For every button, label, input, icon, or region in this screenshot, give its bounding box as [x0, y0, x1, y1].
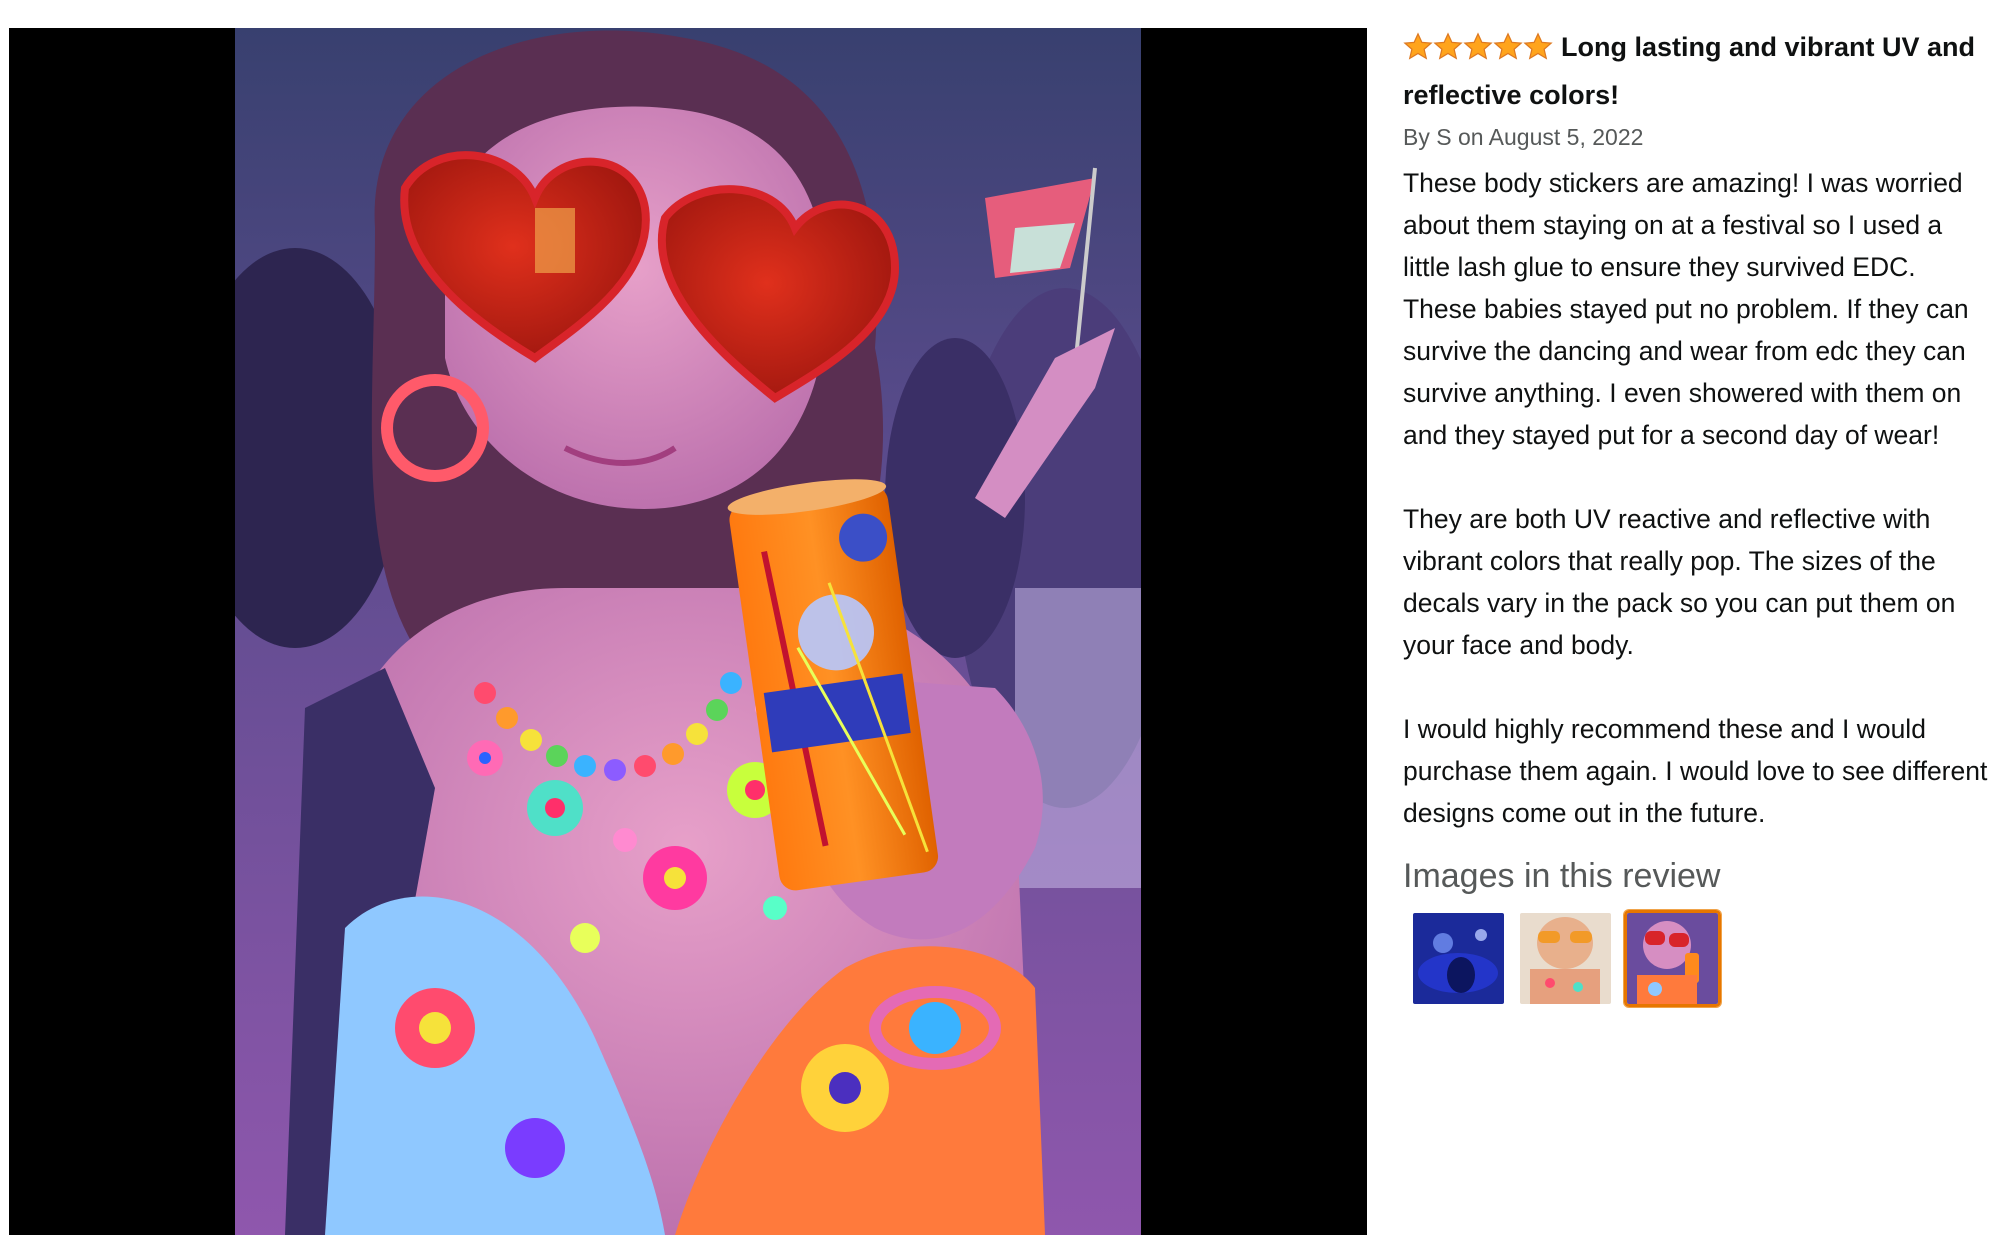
thumbnail-3[interactable] [1624, 910, 1721, 1007]
image-viewer [9, 28, 1367, 1235]
thumbnail-2[interactable] [1517, 910, 1614, 1007]
star-icon [1493, 32, 1523, 62]
review-photo[interactable] [235, 28, 1141, 1235]
review-byline: By S on August 5, 2022 [1403, 124, 1644, 150]
star-icon [1523, 32, 1553, 62]
review-paragraph: I would highly recommend these and I wou… [1403, 714, 1988, 828]
thumbnail-strip [1410, 910, 1993, 1007]
review-paragraph: These body stickers are amazing! I was w… [1403, 168, 1969, 450]
star-icon [1433, 32, 1463, 62]
star-icon [1403, 32, 1433, 62]
star-icon [1463, 32, 1493, 62]
star-rating [1403, 32, 1553, 74]
review-panel: Long lasting and vibrant UV and reflecti… [1403, 26, 1993, 1007]
thumbnail-1[interactable] [1410, 910, 1507, 1007]
review-headline: Long lasting and vibrant UV and reflecti… [1403, 26, 1993, 116]
images-section-heading: Images in this review [1403, 857, 1721, 895]
review-paragraph: They are both UV reactive and reflective… [1403, 504, 1956, 660]
